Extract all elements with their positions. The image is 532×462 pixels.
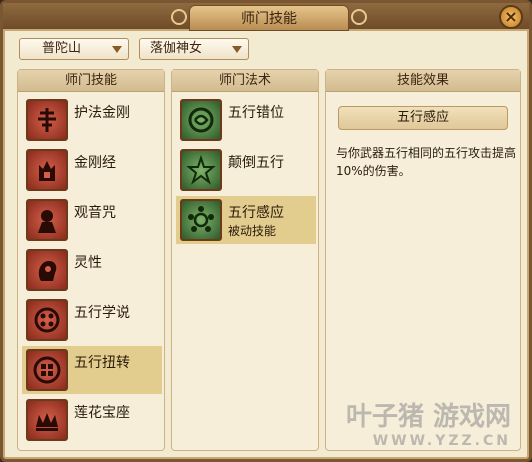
skill-row[interactable]: 五行学说: [22, 296, 162, 344]
master-dropdown-value: 落伽神女: [150, 41, 203, 56]
window-title: 师门技能: [189, 5, 349, 31]
element-sense-icon[interactable]: [180, 199, 222, 241]
skill-label: 五行学说: [74, 305, 130, 321]
title-ornament-left: [171, 9, 187, 25]
five-elements-icon[interactable]: [26, 299, 68, 341]
chevron-down-icon: [232, 46, 242, 53]
spirit-head-icon[interactable]: [26, 249, 68, 291]
scripture-icon[interactable]: [26, 149, 68, 191]
title-ornament-right: [351, 9, 367, 25]
guardian-icon[interactable]: [26, 99, 68, 141]
spell-label: 颠倒五行: [228, 155, 284, 171]
watermark: 叶子猪 游戏网 WWW.YZZ.CN: [346, 396, 511, 449]
master-dropdown[interactable]: 落伽神女: [139, 38, 249, 60]
skill-row[interactable]: 五行扭转: [22, 346, 162, 394]
skill-row[interactable]: 护法金刚: [22, 96, 162, 144]
effect-description: 与你武器五行相同的五行攻击提高10%的伤害。: [336, 146, 517, 178]
effect-panel-header: 技能效果: [326, 70, 520, 92]
skill-row[interactable]: 灵性: [22, 246, 162, 294]
skills-panel: 师门技能 护法金刚金刚经观音咒灵性五行学说五行扭转莲花宝座: [17, 69, 165, 451]
spell-label: 五行错位: [228, 105, 284, 121]
skill-label: 莲花宝座: [74, 405, 130, 421]
close-button[interactable]: ×: [499, 5, 523, 29]
skills-panel-header: 师门技能: [18, 70, 164, 92]
spell-subtitle: 被动技能: [228, 224, 277, 238]
spell-row[interactable]: 五行感应 被动技能: [176, 196, 316, 244]
element-twist-icon[interactable]: [26, 349, 68, 391]
bodhisattva-icon[interactable]: [26, 199, 68, 241]
watermark-brand: 叶子猪 游戏网: [345, 402, 511, 432]
lotus-throne-icon[interactable]: [26, 399, 68, 441]
title-bar: 师门技能 ×: [3, 3, 529, 31]
spell-row[interactable]: 颠倒五行: [176, 146, 316, 194]
spells-panel-header: 师门法术: [172, 70, 318, 92]
effect-name: 五行感应: [338, 106, 508, 130]
skill-label: 五行扭转: [74, 355, 130, 371]
spell-label: 五行感应: [228, 205, 284, 221]
watermark-url: WWW.YZZ.CN: [372, 433, 511, 449]
skill-row[interactable]: 观音咒: [22, 196, 162, 244]
chevron-down-icon: [112, 46, 122, 53]
effect-panel: 技能效果 五行感应 与你武器五行相同的五行攻击提高10%的伤害。: [325, 69, 521, 451]
spell-row[interactable]: 五行错位: [176, 96, 316, 144]
sect-dropdown-value: 普陀山: [42, 41, 82, 56]
spells-panel: 师门法术 五行错位颠倒五行五行感应被动技能: [171, 69, 319, 451]
skill-label: 观音咒: [74, 205, 116, 221]
sect-dropdown[interactable]: 普陀山: [19, 38, 129, 60]
skill-label: 金刚经: [74, 155, 116, 171]
star-pentagram-icon[interactable]: [180, 149, 222, 191]
skill-label: 灵性: [74, 255, 102, 271]
skills-window: 师门技能 × 普陀山 落伽神女 师门技能 护法金刚金刚经观音咒灵性五行学说五行扭…: [0, 0, 532, 462]
element-shift-icon[interactable]: [180, 99, 222, 141]
skill-label: 护法金刚: [74, 105, 130, 121]
skill-row[interactable]: 莲花宝座: [22, 396, 162, 444]
skill-row[interactable]: 金刚经: [22, 146, 162, 194]
